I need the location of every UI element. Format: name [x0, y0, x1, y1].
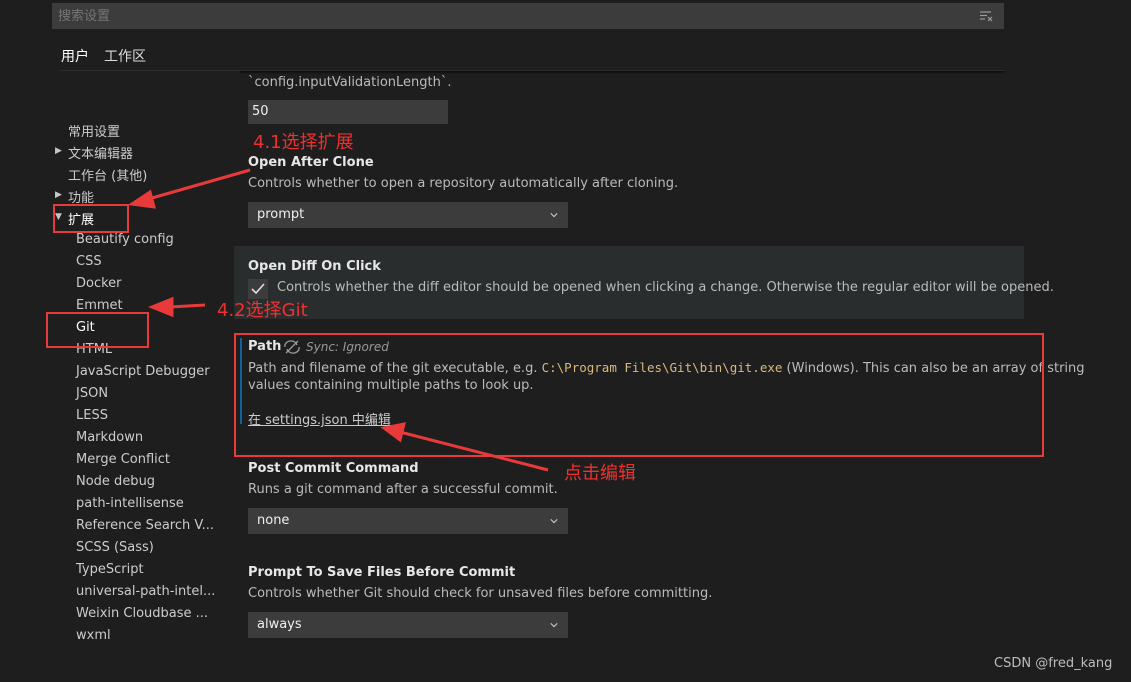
annotation-arrows: [127, 168, 549, 472]
annotation-click-edit: 点击编辑: [564, 463, 636, 484]
annotation-step-4-1: 4.1选择扩展: [253, 132, 354, 153]
watermark: CSDN @fred_kang: [994, 656, 1113, 671]
annotation-step-4-2: 4.2选择Git: [217, 300, 308, 321]
